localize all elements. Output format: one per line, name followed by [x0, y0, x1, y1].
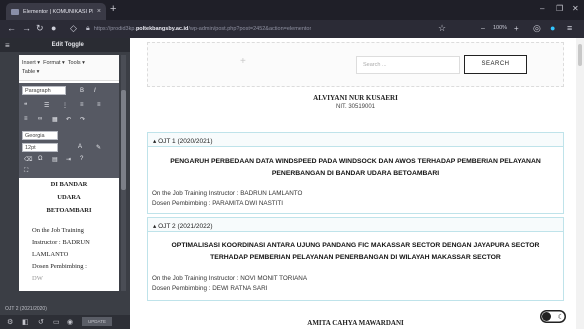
- content-line: LAMLANTO: [32, 251, 69, 258]
- toggle-knob: [542, 312, 551, 321]
- indent-icon[interactable]: ⇥: [66, 156, 71, 163]
- ojt1-instructor: On the Job Training Instructor : BADRUN …: [152, 190, 303, 197]
- align-center-icon[interactable]: ≡: [97, 102, 101, 108]
- redo-icon[interactable]: ↷: [80, 116, 85, 123]
- moon-icon: ☾: [557, 313, 564, 321]
- align-right-icon[interactable]: ≡: [24, 116, 28, 122]
- editor-menubar: Insert ▾ Format ▾ Tools ▾ Table ▾: [19, 55, 119, 81]
- bold-icon[interactable]: B: [80, 88, 84, 94]
- ojt2-toggle[interactable]: ▴ OJT 2 (2021/2022): [147, 217, 564, 232]
- responsive-icon[interactable]: ▭: [53, 318, 60, 326]
- ojt2-instructor: On the Job Training Instructor : NOVI MO…: [152, 275, 308, 282]
- highlight-icon[interactable]: ✎: [96, 144, 101, 151]
- menu-table[interactable]: Table ▾: [22, 69, 39, 75]
- shield-icon[interactable]: ◇: [70, 23, 77, 34]
- table-icon[interactable]: ▦: [52, 116, 58, 123]
- paste-text-icon[interactable]: ▤: [52, 156, 58, 163]
- zoom-out-icon[interactable]: –: [481, 23, 485, 34]
- search-input[interactable]: Search ...: [356, 56, 460, 74]
- ojt2-supervisor: Dosen Pembimbing : DEWI RATNA SARI: [152, 285, 268, 292]
- student-nit: NIT. 30519001: [335, 104, 376, 110]
- list-icon[interactable]: ☰: [44, 102, 49, 109]
- numbered-list-icon[interactable]: ⋮: [62, 102, 68, 109]
- preview-icon[interactable]: ◉: [67, 318, 73, 326]
- history-icon[interactable]: ↺: [38, 318, 44, 326]
- add-section-icon[interactable]: +: [240, 56, 246, 67]
- content-line: DW: [32, 275, 43, 282]
- ojt1-supervisor: Dosen Pembimbing : PARAMITA DWI NASTITI: [152, 200, 283, 207]
- menu-format[interactable]: Format ▾: [43, 60, 65, 66]
- undo-icon[interactable]: ↶: [66, 116, 71, 123]
- special-char-icon[interactable]: Ω: [38, 156, 43, 162]
- favicon-icon: [11, 8, 19, 15]
- align-left-icon[interactable]: ≡: [80, 102, 84, 108]
- extension-blue-icon[interactable]: ●: [550, 23, 555, 34]
- minimize-button[interactable]: –: [540, 4, 544, 13]
- quote-icon[interactable]: ❝: [24, 102, 27, 109]
- settings-icon[interactable]: ⚙: [7, 318, 13, 326]
- close-window-button[interactable]: ✕: [572, 4, 579, 13]
- search-button[interactable]: SEARCH: [464, 55, 527, 74]
- page-scrollbar[interactable]: [576, 38, 584, 329]
- fullscreen-icon[interactable]: ⛶: [24, 168, 28, 175]
- maximize-button[interactable]: ❐: [556, 4, 563, 13]
- update-button[interactable]: UPDATE: [82, 317, 112, 326]
- url-text: https://prodid3kp.poltekbangsby.ac.id/wp…: [93, 26, 312, 32]
- reload-icon[interactable]: ↻: [36, 23, 44, 34]
- address-bar[interactable]: 🔒︎ https://prodid3kp.poltekbangsby.ac.id…: [86, 22, 436, 36]
- italic-icon[interactable]: I: [94, 88, 96, 94]
- back-icon[interactable]: ←: [7, 23, 16, 34]
- text-color-icon[interactable]: A: [78, 144, 82, 150]
- content-line: Instructor : BADRUN: [32, 239, 90, 246]
- hamburger-icon[interactable]: ≡: [5, 41, 10, 50]
- page-scroll-thumb[interactable]: [578, 44, 582, 66]
- paragraph-select[interactable]: Paragraph: [22, 86, 66, 95]
- content-line: On the Job Training: [32, 227, 84, 234]
- ojt1-title: PENGARUH PERBEDAAN DATA WINDSPEED PADA W…: [170, 158, 541, 177]
- help-icon[interactable]: ?: [80, 156, 83, 162]
- repeater-item-label: OJT 2 (2021/2020): [5, 306, 47, 312]
- panel-title: Edit Toggle: [51, 42, 84, 48]
- content-line: Dosen Pembimbing :: [32, 263, 87, 270]
- firefox-icon[interactable]: ●: [51, 23, 56, 34]
- zoom-in-icon[interactable]: +: [514, 23, 519, 34]
- tab-title: Elementor | KOMUNIKASI PENE: [23, 8, 93, 15]
- clear-format-icon[interactable]: ⌫: [24, 156, 32, 163]
- menu-tools[interactable]: Tools ▾: [68, 60, 85, 66]
- menu-icon[interactable]: ≡: [567, 23, 572, 34]
- close-tab-icon[interactable]: ×: [97, 8, 101, 15]
- student-name: ALVIYANI NUR KUSAERI: [313, 94, 398, 102]
- content-line: DI BANDAR: [50, 181, 88, 188]
- font-size-select[interactable]: 12pt: [22, 143, 58, 152]
- ojt2-title: OPTIMALISASI KOORDINASI ANTARA UJUNG PAN…: [171, 242, 540, 261]
- dark-mode-toggle[interactable]: ☾: [540, 310, 566, 323]
- bookmark-star-icon[interactable]: ☆: [438, 23, 446, 34]
- repeater-item[interactable]: OJT 2 (2021/2020): [0, 306, 130, 315]
- content-line: UDARA: [57, 194, 81, 201]
- student-name: AMITA CAHYA MAWARDANI: [307, 319, 404, 327]
- new-tab-button[interactable]: +: [110, 3, 116, 15]
- lock-icon: 🔒︎: [86, 25, 90, 32]
- font-family-select[interactable]: Georgia: [22, 131, 58, 140]
- menu-insert[interactable]: Insert ▾: [22, 60, 40, 66]
- panel-header: ≡ Edit Toggle: [0, 38, 130, 52]
- ojt1-toggle[interactable]: ▴ OJT 1 (2020/2021): [147, 132, 564, 147]
- extensions-icon[interactable]: ◎: [533, 23, 541, 34]
- editor-content[interactable]: DI BANDAR UDARA BETOAMBARI On the Job Tr…: [19, 178, 119, 291]
- zoom-level[interactable]: 100%: [493, 25, 507, 31]
- panel-scroll-thumb[interactable]: [121, 90, 126, 190]
- navigator-icon[interactable]: ◧: [22, 318, 29, 326]
- content-line: BETOAMBARI: [46, 207, 92, 214]
- forward-icon[interactable]: →: [22, 23, 31, 34]
- link-icon[interactable]: ∞: [38, 116, 42, 122]
- browser-tab[interactable]: Elementor | KOMUNIKASI PENE ×: [6, 3, 106, 20]
